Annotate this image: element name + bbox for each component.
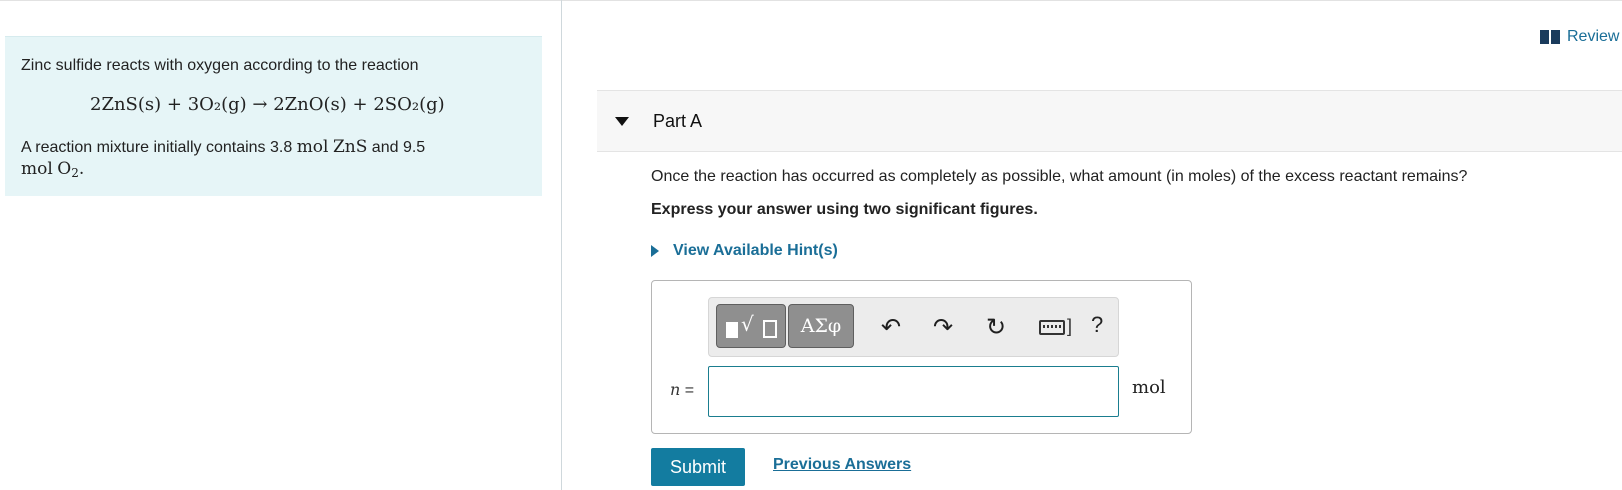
hint-label: View Available Hint(s) [673, 242, 838, 259]
answer-unit: mol [1132, 377, 1166, 398]
reset-icon[interactable]: ↻ [986, 312, 1006, 342]
keyboard-bracket-icon: ] [1067, 316, 1073, 336]
mixture-qty2-species-base: O [57, 159, 72, 179]
answer-variable-label: n = [670, 380, 694, 400]
answer-box: √ ΑΣφ ↶ ↷ ↻ ] ? n = mol [651, 280, 1192, 434]
keyboard-icon[interactable] [1039, 320, 1065, 335]
redo-icon[interactable]: ↷ [933, 312, 953, 342]
previous-answers-link[interactable]: Previous Answers [773, 456, 911, 474]
panel-divider [561, 0, 562, 490]
mixture-prefix: A reaction mixture initially contains 3.… [21, 139, 297, 156]
mixture-qty2-unit: mol [21, 159, 53, 179]
help-icon[interactable]: ? [1091, 312, 1103, 338]
expand-caret-icon [651, 245, 659, 257]
mixture-qty1-unit: mol [296, 137, 329, 157]
mixture-qty2-species: O2 [57, 159, 79, 180]
answer-input[interactable] [708, 366, 1119, 417]
part-a-header[interactable]: Part A [597, 90, 1622, 152]
greek-symbols-button[interactable]: ΑΣφ [788, 304, 854, 348]
mixture-line-2: mol O2. [21, 159, 84, 180]
collapse-caret-icon [615, 117, 629, 126]
templates-icon [726, 322, 738, 338]
review-label: Review [1567, 28, 1620, 45]
submit-button[interactable]: Submit [651, 448, 745, 486]
box-icon [763, 320, 777, 338]
question-text: Once the reaction has occurred as comple… [651, 168, 1468, 185]
mixture-line-1: A reaction mixture initially contains 3.… [21, 137, 425, 157]
undo-icon[interactable]: ↶ [881, 312, 901, 342]
review-link[interactable]: Review [1540, 28, 1619, 46]
problem-intro: Zinc sulfide reacts with oxygen accordin… [21, 57, 419, 74]
problem-statement: Zinc sulfide reacts with oxygen accordin… [5, 36, 542, 196]
templates-button[interactable]: √ [716, 304, 786, 348]
math-toolbar: √ ΑΣφ ↶ ↷ ↻ ] ? [708, 297, 1119, 357]
answer-variable: n [670, 380, 681, 399]
mixture-qty1-species: ZnS [332, 137, 368, 157]
top-rule [0, 0, 1622, 1]
answer-equals: = [680, 382, 695, 399]
book-icon [1540, 30, 1560, 44]
radical-icon: √ [741, 312, 754, 336]
part-title: Part A [653, 111, 703, 131]
reaction-equation: 2ZnS(s) + 3O₂(g) → 2ZnO(s) + 2SO₂(g) [90, 94, 445, 115]
answer-instruction: Express your answer using two significan… [651, 201, 1038, 218]
mixture-middle: and 9.5 [367, 139, 426, 156]
view-hints-toggle[interactable]: View Available Hint(s) [651, 242, 838, 260]
mixture-suffix: . [78, 159, 85, 179]
mixture-qty2-species-sub: 2 [71, 166, 79, 180]
